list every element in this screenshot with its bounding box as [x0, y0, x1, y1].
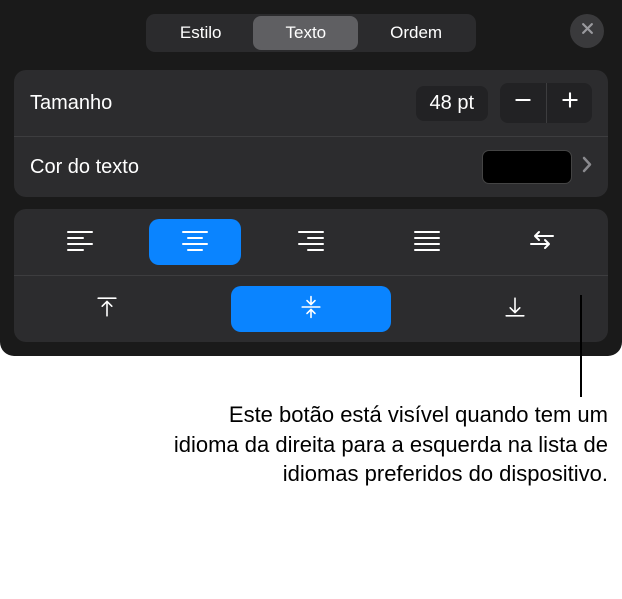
text-color-label: Cor do texto [30, 156, 482, 179]
close-icon [580, 21, 595, 41]
align-right-icon [296, 228, 326, 257]
alignment-block [14, 209, 608, 342]
caption-text: Este botão está visível quando tem um id… [158, 400, 608, 489]
vertical-alignment-row [14, 275, 608, 342]
tab-order[interactable]: Ordem [358, 16, 474, 50]
plus-icon [560, 90, 580, 116]
align-rtl-icon [527, 228, 557, 257]
tab-text[interactable]: Texto [253, 16, 358, 50]
size-row: Tamanho 48 pt [14, 70, 608, 136]
align-justify-button[interactable] [381, 219, 473, 265]
align-right-button[interactable] [265, 219, 357, 265]
valign-middle-button[interactable] [231, 286, 391, 332]
increase-button[interactable] [546, 83, 592, 123]
align-left-button[interactable] [34, 219, 126, 265]
minus-icon [513, 90, 533, 116]
align-center-button[interactable] [149, 219, 241, 265]
valign-top-button[interactable] [61, 286, 153, 332]
close-button[interactable] [570, 14, 604, 48]
chevron-right-icon [582, 156, 592, 179]
property-rows: Tamanho 48 pt Cor do texto [14, 70, 608, 197]
size-stepper [500, 83, 592, 123]
color-swatch[interactable] [482, 150, 572, 184]
segmented-control: Estilo Texto Ordem [146, 14, 476, 52]
valign-middle-icon [296, 295, 326, 324]
size-label: Tamanho [30, 92, 416, 115]
horizontal-alignment-row [14, 209, 608, 275]
align-left-icon [65, 228, 95, 257]
valign-top-icon [92, 295, 122, 324]
valign-bottom-icon [500, 295, 530, 324]
valign-bottom-button[interactable] [469, 286, 561, 332]
tab-style[interactable]: Estilo [148, 16, 254, 50]
panel-header: Estilo Texto Ordem [0, 0, 622, 64]
align-rtl-button[interactable] [496, 219, 588, 265]
callout-line [580, 295, 582, 397]
text-color-row[interactable]: Cor do texto [14, 136, 608, 197]
text-format-panel: Estilo Texto Ordem Tamanho 48 pt [0, 0, 622, 356]
decrease-button[interactable] [500, 83, 546, 123]
align-justify-icon [412, 228, 442, 257]
size-value[interactable]: 48 pt [416, 86, 488, 121]
align-center-icon [180, 228, 210, 257]
